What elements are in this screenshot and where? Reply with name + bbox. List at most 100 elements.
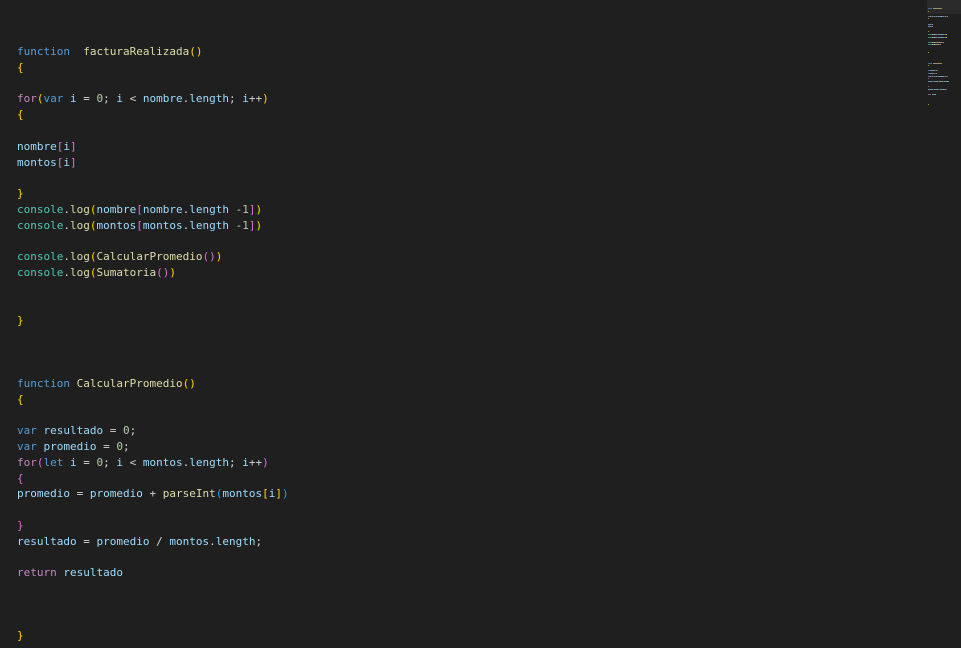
code-line[interactable] xyxy=(17,550,289,566)
code-token: 0 xyxy=(122,424,130,438)
minimap-slider[interactable] xyxy=(927,0,961,14)
code-line[interactable]: for(let i = 0; i < montos.length; i++) xyxy=(17,455,289,471)
minimap-mark xyxy=(928,78,929,80)
code-line[interactable]: var resultado = 0; xyxy=(17,423,289,439)
code-line[interactable]: console.log(montos[montos.length -1]) xyxy=(17,218,289,234)
code-token: for xyxy=(17,92,37,106)
code-token: { xyxy=(17,108,24,122)
code-token: let xyxy=(43,455,64,469)
code-token: length xyxy=(189,92,229,106)
code-token: ) xyxy=(281,487,289,501)
code-line[interactable]: resultado = promedio / montos.length; xyxy=(17,534,289,550)
code-token: length xyxy=(189,218,229,232)
code-token: i xyxy=(70,455,77,469)
code-line[interactable]: for(var i = 0; i < nombre.length; i++) xyxy=(17,91,289,107)
code-token: length xyxy=(189,455,229,469)
code-line[interactable]: { xyxy=(17,392,289,408)
code-line[interactable]: console.log(nombre[nombre.length -1]) xyxy=(17,202,289,218)
minimap-mark xyxy=(928,62,932,64)
code-token: = xyxy=(76,92,97,106)
code-line[interactable]: nombre[i] xyxy=(17,139,289,155)
code-line[interactable] xyxy=(17,123,289,139)
minimap-mark xyxy=(934,41,942,43)
code-token: montos xyxy=(169,534,210,548)
code-token: } xyxy=(17,629,24,643)
code-token: . xyxy=(63,250,70,264)
code-line[interactable] xyxy=(17,407,289,423)
code-token: ) xyxy=(262,455,269,469)
code-line[interactable]: } xyxy=(17,186,289,202)
code-token: montos xyxy=(142,455,183,469)
code-line[interactable] xyxy=(17,502,289,518)
minimap-mark xyxy=(936,73,937,74)
code-line[interactable]: montos[i] xyxy=(17,155,289,171)
code-line[interactable] xyxy=(17,597,289,613)
code-token: ; xyxy=(255,534,263,548)
minimap-mark xyxy=(928,65,929,67)
code-line[interactable] xyxy=(17,170,289,186)
code-line[interactable] xyxy=(17,76,289,92)
code-token: length xyxy=(215,534,256,548)
code-line[interactable]: { xyxy=(17,471,289,487)
code-token: = xyxy=(69,487,90,501)
code-line[interactable]: } xyxy=(17,313,289,329)
code-token: ] xyxy=(275,487,282,501)
minimap[interactable] xyxy=(927,0,961,648)
code-token: ) xyxy=(255,202,263,216)
code-token: log xyxy=(69,202,90,216)
code-token: var xyxy=(43,92,64,106)
code-line[interactable]: promedio = promedio + parseInt(montos[i]… xyxy=(17,486,289,502)
code-token: ; xyxy=(229,92,243,106)
code-line[interactable] xyxy=(17,360,289,376)
code-token: . xyxy=(63,202,70,216)
code-token: Sumatoria xyxy=(96,266,157,280)
code-token: CalcularPromedio xyxy=(96,250,203,264)
minimap-mark xyxy=(932,26,933,28)
code-line[interactable]: console.log(Sumatoria()) xyxy=(17,265,289,281)
code-line[interactable] xyxy=(17,613,289,629)
code-token: { xyxy=(17,471,24,485)
code-line[interactable]: { xyxy=(17,60,289,76)
code-line[interactable] xyxy=(17,581,289,597)
code-token: ] xyxy=(70,155,77,169)
code-token: . xyxy=(63,218,70,232)
code-line[interactable]: console.log(CalcularPromedio()) xyxy=(17,249,289,265)
code-token: = xyxy=(76,455,97,469)
code-token: montos xyxy=(222,487,263,501)
code-line[interactable]: } xyxy=(17,518,289,534)
code-line[interactable]: function CalcularPromedio() xyxy=(17,376,289,392)
minimap-mark xyxy=(931,93,936,95)
code-token: parseInt xyxy=(162,487,216,501)
minimap-mark xyxy=(946,75,948,77)
code-token: log xyxy=(69,218,90,232)
code-line[interactable] xyxy=(17,344,289,360)
minimap-mark xyxy=(946,36,947,38)
code-line[interactable]: return resultado xyxy=(17,565,289,581)
code-token: function xyxy=(17,45,70,58)
code-line[interactable]: function facturaRealizada() xyxy=(17,44,289,60)
code-token: i xyxy=(116,455,123,469)
code-token: { xyxy=(17,60,24,74)
code-line[interactable] xyxy=(17,234,289,250)
code-token: < xyxy=(123,455,143,469)
code-token: CalcularPromedio xyxy=(76,376,183,390)
minimap-mark xyxy=(946,88,947,90)
code-line[interactable] xyxy=(17,281,289,297)
code-line[interactable] xyxy=(17,297,289,313)
code-token: - xyxy=(228,202,243,216)
code-token: . xyxy=(209,534,216,548)
code-line[interactable]: { xyxy=(17,107,289,123)
code-line[interactable]: var promedio = 0; xyxy=(17,439,289,455)
code-line[interactable]: } xyxy=(17,628,289,644)
code-line[interactable] xyxy=(17,328,289,344)
minimap-mark xyxy=(928,31,929,33)
code-editor[interactable]: function facturaRealizada(){for(var i = … xyxy=(17,44,289,644)
minimap-mark xyxy=(933,8,941,9)
code-token: () xyxy=(189,45,203,58)
code-token: montos xyxy=(142,218,183,232)
